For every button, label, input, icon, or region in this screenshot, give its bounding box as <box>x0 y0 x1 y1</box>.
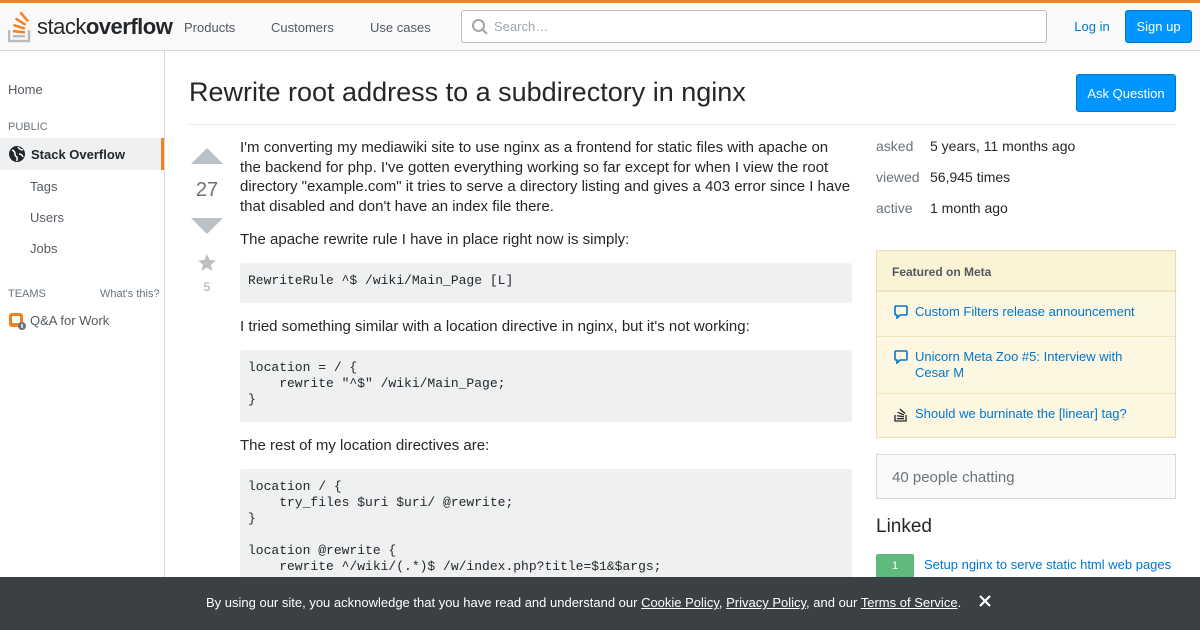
speech-bubble-icon <box>894 305 908 319</box>
stack-logo-icon <box>8 11 31 43</box>
sidebar-item-jobs[interactable]: Jobs <box>30 241 57 256</box>
downvote-arrow-icon[interactable] <box>189 216 225 236</box>
nav-use-cases[interactable]: Use cases <box>370 3 431 51</box>
asked-value[interactable]: 5 years, 11 months ago <box>930 138 1075 154</box>
post-paragraph: The apache rewrite rule I have in place … <box>240 231 630 248</box>
whats-this-link[interactable]: What's this? <box>100 288 160 300</box>
vote-count: 27 <box>195 179 219 201</box>
cookie-banner: By using our site, you acknowledge that … <box>0 577 1200 630</box>
linked-question-link[interactable]: Setup nginx to serve static html web pag… <box>924 557 1184 573</box>
post-paragraph: I tried something similar with a locatio… <box>240 318 750 335</box>
code-block: location = / { rewrite "^$" /wiki/Main_P… <box>240 350 852 422</box>
nav-products[interactable]: Products <box>184 3 235 51</box>
page-title[interactable]: Rewrite root address to a subdirectory i… <box>189 75 746 109</box>
terms-of-service-link[interactable]: Terms of Service <box>861 595 958 610</box>
active-value[interactable]: 1 month ago <box>930 200 1008 216</box>
search-icon <box>472 19 488 35</box>
featured-item[interactable]: Custom Filters release announcement <box>877 291 1175 336</box>
cookie-message: By using our site, you acknowledge that … <box>206 595 962 610</box>
sidebar-item-users[interactable]: Users <box>30 210 64 225</box>
viewed-label: viewed <box>876 169 920 185</box>
code-block: location / { try_files $uri $uri/ @rewri… <box>240 469 852 589</box>
chat-widget[interactable]: 40 people chatting <box>876 454 1176 499</box>
active-label: active <box>876 200 913 216</box>
linked-score-badge[interactable]: 1 <box>876 554 914 578</box>
privacy-policy-link[interactable]: Privacy Policy <box>726 595 806 610</box>
post-paragraph: The rest of my location directives are: <box>240 437 490 454</box>
top-bar: stackoverflow Products Customers Use cas… <box>0 0 1200 51</box>
teams-icon <box>9 313 26 330</box>
title-divider <box>189 124 1176 125</box>
sidebar-item-stack-overflow[interactable]: Stack Overflow <box>0 138 164 170</box>
post-paragraph: I'm converting my mediawiki site to use … <box>240 139 851 215</box>
signup-button[interactable]: Sign up <box>1125 10 1192 43</box>
close-icon[interactable] <box>975 591 995 611</box>
viewed-value: 56,945 times <box>930 169 1011 185</box>
featured-heading: Featured on Meta <box>877 251 1175 291</box>
asked-label: asked <box>876 138 914 154</box>
sidebar-item-tags[interactable]: Tags <box>30 179 57 194</box>
featured-item[interactable]: Should we burninate the [linear] tag? <box>877 393 1175 438</box>
ask-question-button[interactable]: Ask Question <box>1076 74 1176 112</box>
globe-icon <box>9 146 25 162</box>
stack-logo-icon <box>894 408 907 422</box>
search-box[interactable] <box>461 10 1047 43</box>
search-input[interactable] <box>494 11 1034 42</box>
sidebar-item-label: Stack Overflow <box>31 146 125 162</box>
sidebar-item-home[interactable]: Home <box>8 82 43 97</box>
logo-text: stackoverflow <box>37 14 173 39</box>
stackoverflow-logo[interactable]: stackoverflow <box>8 10 173 44</box>
cookie-policy-link[interactable]: Cookie Policy <box>641 595 719 610</box>
login-button[interactable]: Log in <box>1066 10 1118 43</box>
left-sidebar: Home PUBLIC Stack Overflow Tags Users Jo… <box>0 51 165 630</box>
favorite-count: 5 <box>203 280 211 294</box>
upvote-arrow-icon[interactable] <box>189 146 225 166</box>
code-block: RewriteRule ^$ /wiki/Main_Page [L] <box>240 263 852 303</box>
featured-link[interactable]: Unicorn Meta Zoo #5: Interview with Cesa… <box>915 349 1155 381</box>
sidebar-item-qa-for-work[interactable]: Q&A for Work <box>30 313 109 328</box>
featured-link[interactable]: Custom Filters release announcement <box>915 304 1155 320</box>
featured-link[interactable]: Should we burninate the [linear] tag? <box>915 406 1155 422</box>
nav-customers[interactable]: Customers <box>271 3 334 51</box>
speech-bubble-icon <box>894 350 908 364</box>
linked-heading: Linked <box>876 516 932 537</box>
sidebar-section-public: PUBLIC <box>8 121 48 133</box>
question-body: I'm converting my mediawiki site to use … <box>240 138 852 216</box>
sidebar-section-teams: TEAMS <box>8 288 46 300</box>
favorite-star-icon[interactable] <box>197 253 217 273</box>
featured-on-meta: Featured on Meta Custom Filters release … <box>876 250 1176 438</box>
featured-item[interactable]: Unicorn Meta Zoo #5: Interview with Cesa… <box>877 336 1175 393</box>
